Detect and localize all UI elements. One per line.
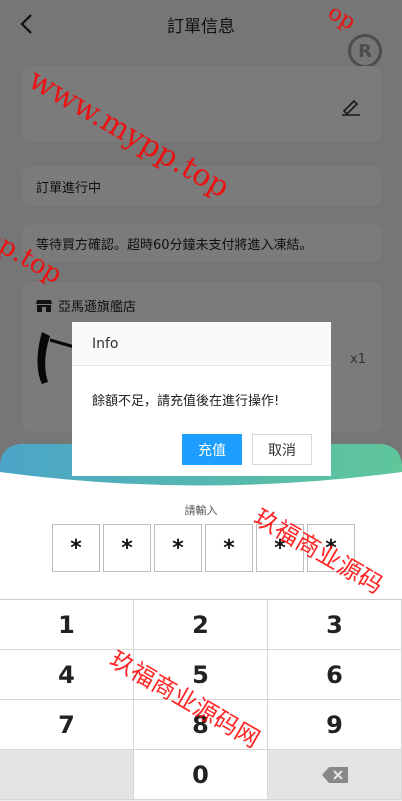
password-boxes[interactable]: * * * * * * (52, 524, 358, 572)
dialog-title: Info (72, 322, 331, 366)
keypad-prompt: 請輸入 (184, 504, 218, 517)
backspace-key[interactable] (268, 750, 402, 800)
cancel-button[interactable]: 取消 (252, 434, 312, 465)
key-6[interactable]: 6 (268, 650, 402, 700)
key-0[interactable]: 0 (134, 750, 268, 800)
key-8[interactable]: 8 (134, 700, 268, 750)
password-box: * (103, 524, 151, 572)
key-4[interactable]: 4 (0, 650, 134, 700)
recharge-button[interactable]: 充值 (182, 434, 242, 465)
password-box: * (205, 524, 253, 572)
backspace-icon (321, 766, 348, 783)
password-box: * (52, 524, 100, 572)
key-blank (0, 750, 134, 800)
key-3[interactable]: 3 (268, 600, 402, 650)
key-2[interactable]: 2 (134, 600, 268, 650)
password-box: * (154, 524, 202, 572)
info-dialog: Info 餘額不足，請充值後在進行操作! 充值 取消 (72, 322, 331, 476)
key-5[interactable]: 5 (134, 650, 268, 700)
key-9[interactable]: 9 (268, 700, 402, 750)
password-box: * (307, 524, 355, 572)
key-7[interactable]: 7 (0, 700, 134, 750)
key-1[interactable]: 1 (0, 600, 134, 650)
password-keypad: 請輸入 * * * * * * 1 2 3 4 5 6 7 8 9 0 (0, 444, 402, 800)
dialog-message: 餘額不足，請充值後在進行操作! (92, 394, 280, 409)
number-keys: 1 2 3 4 5 6 7 8 9 0 (0, 599, 402, 801)
password-box: * (256, 524, 304, 572)
